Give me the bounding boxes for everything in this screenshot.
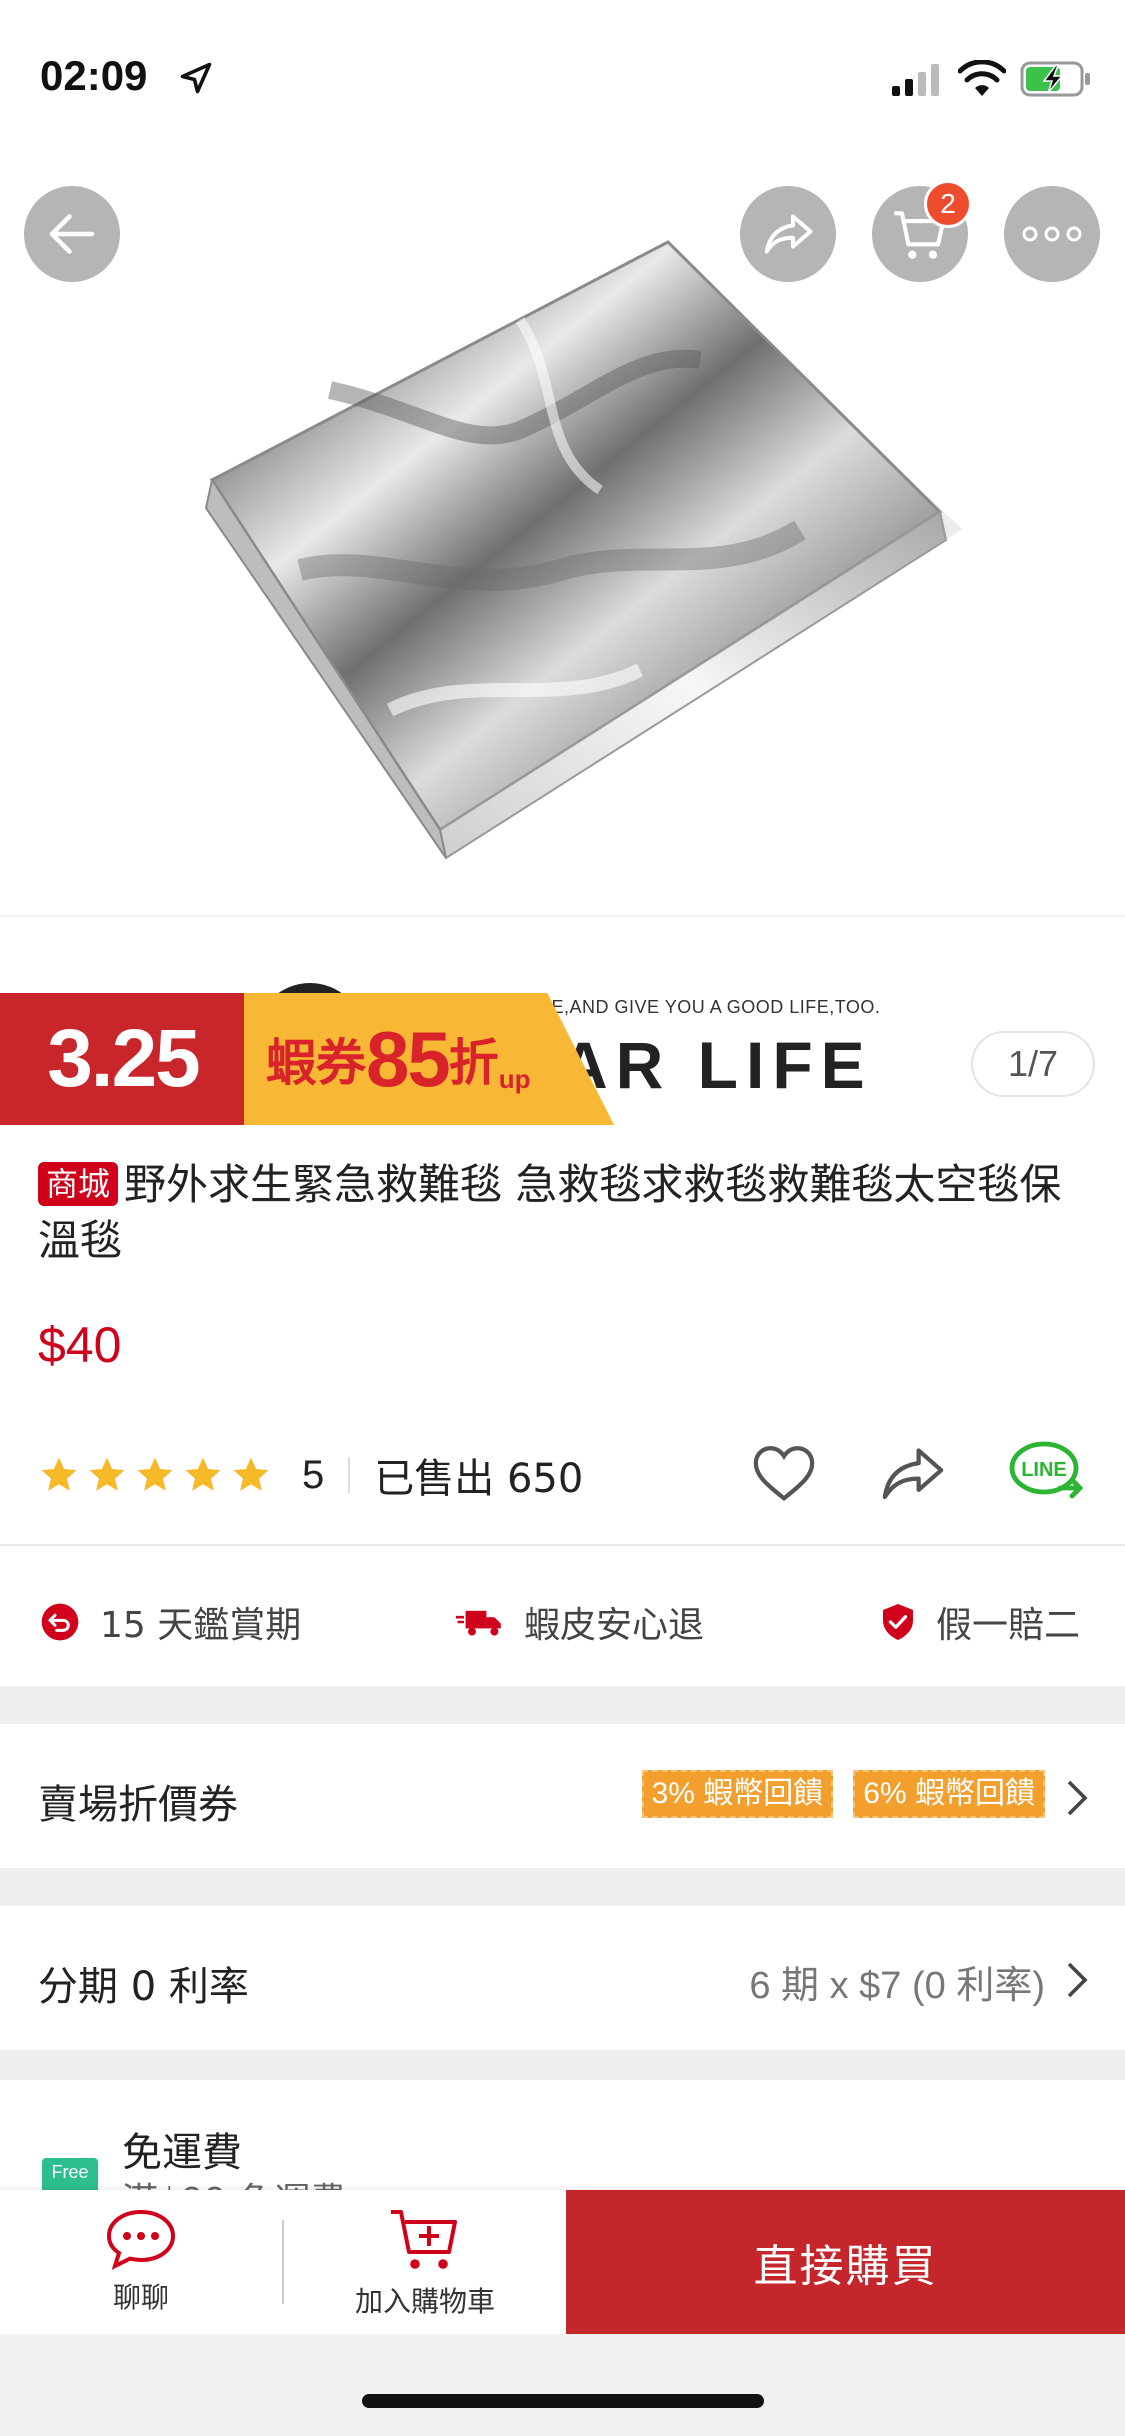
mall-badge: 商城	[38, 1162, 119, 1206]
sold-count: 已售出 650	[374, 1456, 584, 1502]
brand-name: AR LIFE	[560, 1028, 873, 1102]
cellular-signal-icon	[892, 64, 939, 96]
shield-check-icon	[883, 1604, 913, 1640]
buy-now-button[interactable]: 直接購買	[566, 2190, 1125, 2334]
shop-voucher-row[interactable]: 賣場折價券 3% 蝦幣回饋 6% 蝦幣回饋	[0, 1724, 1125, 1868]
wifi-icon	[958, 60, 1006, 96]
bottom-action-bar: 聊聊 加入購物車 直接購買	[0, 2190, 1125, 2334]
home-indicator[interactable]	[362, 2394, 764, 2408]
rating-value[interactable]: 5	[302, 1453, 324, 1498]
section-gap	[0, 2050, 1125, 2080]
installment-value: 6 期 x $7 (0 利率)	[749, 1965, 1045, 2007]
product-title: 商城 野外求生緊急救難毯 急救毯求救毯救難毯太空毯保溫毯	[38, 1157, 1098, 1269]
promo-date-label: 3.25	[0, 993, 246, 1125]
arrow-left-icon	[49, 214, 95, 254]
share-arrow-icon	[764, 214, 813, 254]
product-title-text: 野外求生緊急救難毯 急救毯求救毯救難毯太空毯保溫毯	[38, 1160, 1062, 1265]
home-indicator-area	[0, 2334, 1125, 2436]
product-price: $40	[38, 1317, 122, 1373]
product-actions: LINE	[750, 1440, 1088, 1506]
section-gap	[0, 1686, 1125, 1724]
guarantee-return-period[interactable]: 15 天鑑賞期	[40, 1596, 301, 1648]
installment-label: 分期 0 利率	[38, 1964, 249, 2010]
star-icon	[233, 1457, 269, 1491]
shipping-sub: 滿$99 免運費	[122, 2172, 346, 2190]
location-arrow-icon	[180, 62, 212, 94]
return-circle-icon	[41, 1603, 79, 1641]
status-bar: 02:09	[0, 0, 1125, 150]
more-dots-icon	[1022, 226, 1082, 242]
product-image-carousel[interactable]: 2	[0, 150, 1125, 915]
add-to-cart-button[interactable]: 加入購物車	[284, 2190, 566, 2334]
guarantee-safe-return[interactable]: 蝦皮安心退	[456, 1596, 704, 1648]
free-shipping-icon: Free	[42, 2158, 98, 2190]
brand-tagline: FE,AND GIVE YOU A GOOD LIFE,TOO.	[540, 997, 881, 1017]
promo-suffix: 折	[448, 1035, 499, 1091]
star-icon	[185, 1457, 221, 1491]
star-icon	[89, 1457, 125, 1491]
chat-label: 聊聊	[112, 2281, 169, 2314]
chat-button[interactable]: 聊聊	[0, 2190, 282, 2334]
star-icon	[137, 1457, 173, 1491]
installment-row[interactable]: 分期 0 利率 6 期 x $7 (0 利率)	[0, 1906, 1125, 2050]
star-icon	[41, 1457, 77, 1491]
guarantee-label: 15 天鑑賞期	[100, 1605, 302, 1646]
chevron-right-icon	[1067, 1780, 1088, 1816]
rating-row: 5 已售出 650 LINE	[38, 1440, 1088, 1510]
rating-divider	[348, 1457, 351, 1493]
battery-charging-icon	[1020, 61, 1090, 97]
status-time: 02:09	[40, 52, 148, 99]
guarantee-label: 假一賠二	[936, 1605, 1081, 1646]
coupon-list: 3% 蝦幣回饋 6% 蝦幣回饋	[641, 1770, 1045, 1818]
guarantee-authentic[interactable]: 假一賠二	[880, 1596, 1080, 1648]
shipping-label: 免運費	[122, 2130, 242, 2176]
svg-text:LINE: LINE	[1021, 1459, 1067, 1481]
chevron-right-icon	[1067, 1962, 1088, 1998]
image-page-indicator: 1/7	[971, 1031, 1095, 1097]
shipping-row[interactable]: Free 免運費 滿$99 免運費	[0, 2080, 1125, 2190]
share-icon[interactable]	[878, 1442, 948, 1504]
promo-banner-strip[interactable]: FE,AND GIVE YOU A GOOD LIFE,TOO. AR LIFE…	[0, 915, 1125, 1127]
shop-voucher-label: 賣場折價券	[38, 1782, 238, 1828]
cart-button[interactable]: 2	[872, 180, 972, 282]
delivery-truck-icon	[456, 1610, 501, 1636]
back-button[interactable]	[24, 186, 120, 282]
guarantee-row[interactable]: 15 天鑑賞期 蝦皮安心退 假一賠二	[0, 1548, 1125, 1686]
line-share-icon[interactable]: LINE	[1008, 1440, 1088, 1506]
promo-up: up	[498, 1064, 531, 1094]
guarantee-label: 蝦皮安心退	[524, 1605, 705, 1646]
section-divider	[0, 1544, 1125, 1546]
add-to-cart-label: 加入購物車	[354, 2285, 495, 2318]
coupon-tag: 6% 蝦幣回饋	[853, 1770, 1045, 1818]
add-cart-icon	[391, 2210, 457, 2269]
cart-count-badge: 2	[924, 180, 972, 228]
promo-number: 85	[366, 1014, 451, 1103]
chat-bubble-icon	[106, 2209, 176, 2270]
heart-icon[interactable]	[750, 1442, 818, 1504]
coupon-tag: 3% 蝦幣回饋	[641, 1770, 834, 1818]
more-options-button[interactable]	[1004, 186, 1100, 282]
rating-stars[interactable]	[38, 1454, 272, 1496]
promo-prefix: 蝦券	[266, 1035, 366, 1091]
share-button[interactable]	[740, 186, 836, 282]
section-gap	[0, 1868, 1125, 1906]
